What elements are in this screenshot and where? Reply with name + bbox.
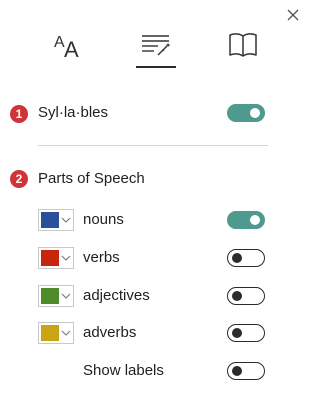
- color-swatch: [41, 325, 59, 341]
- adverbs-toggle[interactable]: [227, 324, 265, 342]
- toggle-knob: [232, 328, 242, 338]
- svg-text:A: A: [64, 37, 79, 60]
- parts-of-speech-label: Parts of Speech: [38, 170, 145, 187]
- toggle-knob: [232, 366, 242, 376]
- color-swatch: [41, 250, 59, 266]
- adverbs-label: adverbs: [83, 324, 137, 341]
- show-labels-label: Show labels: [83, 362, 164, 379]
- adjectives-toggle[interactable]: [227, 287, 265, 305]
- chevron-down-icon: [61, 255, 71, 261]
- active-tab-indicator: [136, 66, 176, 68]
- tab-text-options[interactable]: A A: [48, 26, 90, 66]
- tab-picture-dictionary[interactable]: [222, 26, 264, 66]
- section-divider: [38, 145, 268, 146]
- parts-of-speech-callout-badge: 2: [10, 170, 28, 188]
- syllables-toggle[interactable]: [227, 104, 265, 122]
- book-icon: [229, 33, 257, 57]
- toggle-knob: [232, 291, 242, 301]
- syllables-callout-badge: 1: [10, 105, 28, 123]
- nouns-toggle[interactable]: [227, 211, 265, 229]
- toggle-knob: [232, 253, 242, 263]
- nouns-label: nouns: [83, 211, 124, 228]
- verbs-toggle[interactable]: [227, 249, 265, 267]
- chevron-down-icon: [61, 217, 71, 223]
- nouns-color-picker[interactable]: [38, 209, 74, 231]
- color-swatch: [41, 212, 59, 228]
- text-size-icon: A A: [54, 34, 79, 60]
- adverbs-color-picker[interactable]: [38, 322, 74, 344]
- color-swatch: [41, 288, 59, 304]
- toggle-knob: [250, 215, 260, 225]
- close-icon: [287, 9, 299, 21]
- verbs-color-picker[interactable]: [38, 247, 74, 269]
- close-button[interactable]: [284, 6, 302, 24]
- grammar-options-icon: [142, 35, 171, 56]
- chevron-down-icon: [61, 330, 71, 336]
- show-labels-toggle[interactable]: [227, 362, 265, 380]
- chevron-down-icon: [61, 293, 71, 299]
- adjectives-color-picker[interactable]: [38, 285, 74, 307]
- toggle-knob: [250, 108, 260, 118]
- verbs-label: verbs: [83, 249, 120, 266]
- syllables-label: Syl·la·bles: [38, 104, 109, 121]
- tab-grammar-options[interactable]: [135, 26, 177, 68]
- adjectives-label: adjectives: [83, 287, 150, 304]
